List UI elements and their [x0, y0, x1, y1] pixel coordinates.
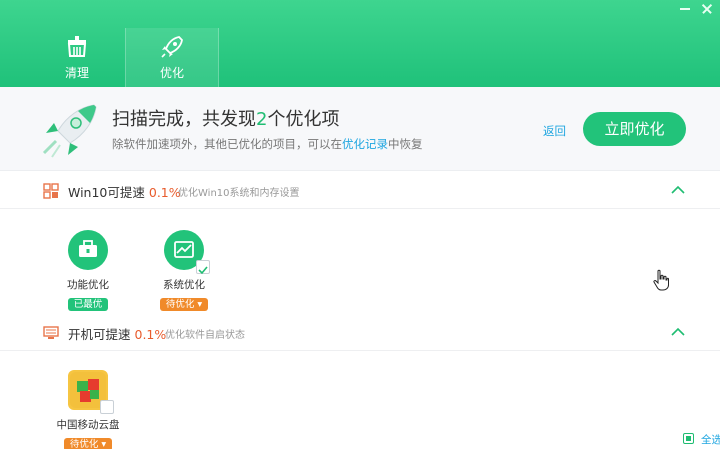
section-startup-label: 开机可提速 — [68, 327, 131, 342]
scan-issue-count: 2 — [256, 109, 268, 130]
checkbox-icon[interactable] — [683, 433, 694, 444]
scan-title-prefix: 扫描完成，共发现 — [112, 109, 256, 130]
hand-cursor-icon — [653, 269, 669, 291]
item-china-mobile-cloud-label: 中国移动云盘 — [56, 419, 120, 431]
tab-optimize[interactable]: 优化 — [125, 28, 219, 87]
app-window: 清理 优化 扫描完成，共发现2个优化项 除软件加速项外，其他已优化的项目，可以在… — [0, 0, 720, 449]
select-all-checkbox[interactable]: 全选 — [683, 432, 720, 446]
tab-clean[interactable]: 清理 — [30, 28, 124, 87]
section-startup-desc: 优化软件自启状态 — [165, 330, 245, 341]
status-badge: 已最优 — [67, 298, 109, 311]
scan-subtitle-prefix: 除软件加速项外，其他已优化的项目，可以在 — [112, 137, 342, 151]
rocket-illustration-icon — [42, 104, 97, 158]
back-link[interactable]: 返回 — [543, 123, 566, 139]
china-mobile-cloud-app-icon — [68, 370, 114, 414]
chevron-up-icon[interactable] — [671, 185, 685, 195]
scan-subtitle: 除软件加速项外，其他已优化的项目，可以在优化记录中恢复 — [112, 136, 423, 152]
item-function-optimize-label: 功能优化 — [67, 279, 109, 291]
scan-result-banner: 扫描完成，共发现2个优化项 除软件加速项外，其他已优化的项目，可以在优化记录中恢… — [0, 87, 720, 171]
section-startup: 开机可提速 0.1% 优化软件自启状态 — [0, 313, 720, 351]
scan-title-suffix: 个优化项 — [267, 109, 340, 130]
system-chart-icon — [164, 230, 210, 275]
checkbox-icon[interactable] — [196, 260, 210, 275]
item-system-optimize-label: 系统优化 — [163, 279, 205, 291]
status-dropdown[interactable]: 待优化 ▾ — [159, 298, 209, 311]
section-startup-title: 开机可提速 0.1% — [68, 324, 166, 343]
tab-optimize-label: 优化 — [159, 66, 184, 80]
tab-clean-label: 清理 — [64, 66, 89, 80]
monitor-icon — [43, 326, 59, 339]
close-icon[interactable] — [700, 2, 714, 16]
optimize-now-button[interactable]: 立即优化 — [583, 112, 686, 146]
section-startup-percent: 0.1% — [134, 327, 167, 342]
toolbox-icon — [68, 230, 108, 270]
chevron-up-icon[interactable] — [671, 327, 685, 337]
section-win10-label: Win10可提速 — [68, 185, 145, 200]
section-win10-desc: 优化Win10系统和内存设置 — [178, 188, 300, 199]
rocket-icon — [161, 36, 183, 58]
select-all-label: 全选 — [701, 434, 720, 446]
optimize-history-link[interactable]: 优化记录 — [342, 137, 388, 151]
item-china-mobile-cloud[interactable]: 中国移动云盘 待优化 ▾ — [48, 370, 128, 449]
broom-icon — [67, 36, 87, 57]
item-function-optimize[interactable]: 功能优化 已最优 — [48, 230, 128, 311]
checkbox-icon[interactable] — [100, 400, 114, 414]
minimize-icon[interactable] — [680, 2, 692, 14]
item-system-optimize[interactable]: 系统优化 待优化 ▾ — [144, 230, 224, 311]
section-win10-title: Win10可提速 0.1% — [68, 182, 181, 201]
section-win10: Win10可提速 0.1% 优化Win10系统和内存设置 — [0, 171, 720, 209]
header-bar: 清理 优化 — [0, 0, 720, 87]
status-dropdown[interactable]: 待优化 ▾ — [63, 438, 113, 449]
scan-subtitle-suffix: 中恢复 — [388, 137, 423, 151]
section-win10-percent: 0.1% — [148, 185, 181, 200]
scan-title: 扫描完成，共发现2个优化项 — [112, 105, 339, 131]
windows-grid-icon — [43, 183, 59, 199]
